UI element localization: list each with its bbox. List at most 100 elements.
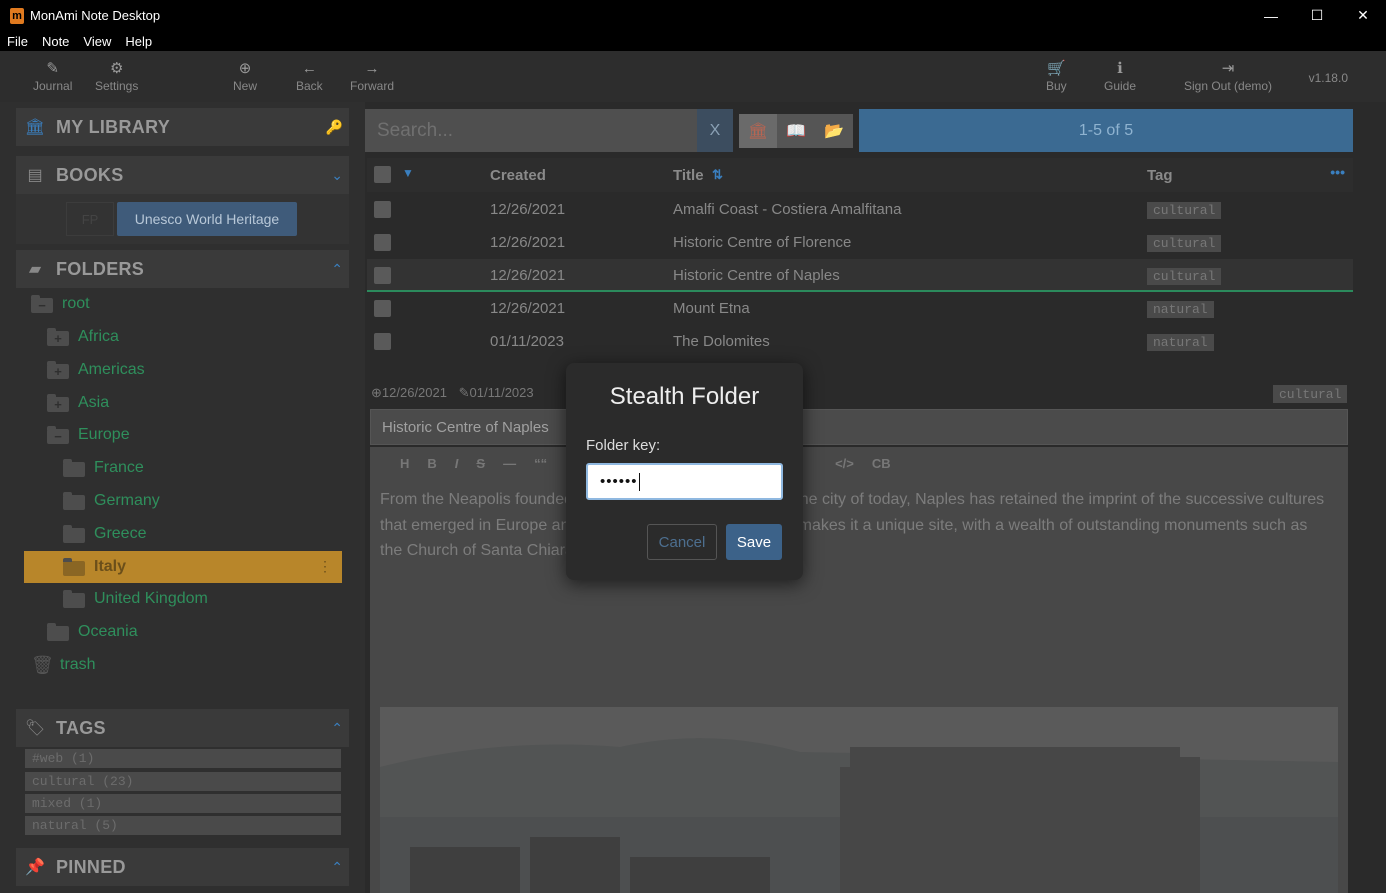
row-checkbox[interactable] (374, 300, 391, 317)
folder-icon (63, 459, 85, 477)
row-tag: cultural (1147, 202, 1222, 219)
row-created: 12/26/2021 (490, 234, 566, 251)
note-body[interactable]: From the Neapolis founded by Greek settl… (380, 487, 1330, 564)
strike-button[interactable]: S (476, 456, 485, 471)
maximize-button[interactable]: ☐ (1294, 0, 1340, 31)
row-tag: cultural (1147, 235, 1222, 252)
code-button[interactable]: </> (835, 456, 854, 471)
folder-open-icon[interactable]: 📂 (815, 114, 853, 148)
folders-header[interactable]: ▰ FOLDERS ⌃ (16, 250, 349, 288)
folder-plus-icon: + (47, 361, 69, 379)
my-library-header[interactable]: 🏛 MY LIBRARY 🔑 (16, 108, 349, 146)
folder-icon (63, 558, 85, 576)
journal-label: Journal (33, 79, 73, 93)
info-icon: ℹ (1117, 60, 1123, 77)
folder-root[interactable]: − root (31, 289, 90, 319)
book-fp[interactable]: FP (66, 202, 114, 236)
signout-label: Sign Out (demo) (1184, 79, 1273, 93)
new-button[interactable]: ⊕ New (233, 59, 257, 93)
folder-germany[interactable]: Germany (63, 486, 160, 516)
library-view-icon[interactable]: 🏛 (739, 114, 777, 148)
menu-note[interactable]: Note (35, 34, 76, 49)
guide-button[interactable]: ℹ Guide (1104, 59, 1136, 93)
search-clear-button[interactable]: X (697, 109, 733, 152)
row-title: Historic Centre of Naples (673, 267, 840, 284)
note-tag-badge[interactable]: cultural (1273, 385, 1348, 403)
dialog-title: Stealth Folder (609, 383, 760, 410)
created-icon: ⊕ (371, 385, 382, 400)
select-all-checkbox[interactable] (374, 166, 391, 183)
italic-button[interactable]: I (455, 456, 459, 471)
folder-trash[interactable]: 🗑 trash (31, 650, 96, 680)
folder-asia[interactable]: + Asia (47, 388, 109, 418)
bold-button[interactable]: B (427, 456, 436, 471)
editor-toolbar: H B I S — ““ </> CB (370, 447, 1348, 479)
signout-button[interactable]: ⇥ Sign Out (demo) (1184, 59, 1272, 93)
folder-label: root (62, 295, 90, 312)
feather-icon: ✎ (46, 60, 59, 77)
chevron-double-up-icon[interactable]: ⌃ (331, 261, 343, 278)
note-editor[interactable]: H B I S — ““ </> CB From the Neapolis fo… (370, 447, 1348, 893)
table-row[interactable]: 01/11/2023 The Dolomites natural (367, 325, 1353, 358)
books-header[interactable]: ▤ BOOKS ⌄ (16, 156, 349, 194)
folder-france[interactable]: France (63, 453, 144, 483)
buy-button[interactable]: 🛒 Buy (1046, 59, 1067, 93)
pinned-header[interactable]: 📌 PINNED ⌃ (16, 848, 349, 886)
menu-file[interactable]: File (0, 34, 35, 49)
column-created[interactable]: Created (490, 167, 546, 184)
key-icon[interactable]: 🔑 (326, 119, 343, 136)
menu-view[interactable]: View (76, 34, 118, 49)
folder-key-input[interactable]: •••••• (586, 463, 783, 500)
table-row[interactable]: 12/26/2021 Historic Centre of Florence c… (367, 226, 1353, 259)
close-button[interactable]: ✕ (1340, 0, 1386, 31)
folder-label: Europe (78, 426, 130, 443)
more-icon[interactable]: ••• (1330, 164, 1345, 180)
folder-oceania[interactable]: Oceania (47, 617, 138, 647)
hr-button[interactable]: — (503, 456, 516, 471)
menu-help[interactable]: Help (118, 34, 159, 49)
row-created: 12/26/2021 (490, 267, 566, 284)
back-button[interactable]: ← Back (296, 59, 323, 94)
heading-button[interactable]: H (400, 456, 409, 471)
book-unesco-world-heritage[interactable]: Unesco World Heritage (117, 202, 297, 236)
book-view-icon[interactable]: 📖 (777, 114, 815, 148)
chevron-double-up-icon[interactable]: ⌃ (331, 859, 343, 876)
chevron-double-up-icon[interactable]: ⌃ (331, 720, 343, 737)
save-button[interactable]: Save (726, 524, 782, 560)
table-row[interactable]: 12/26/2021 Mount Etna natural (367, 292, 1353, 325)
table-row[interactable]: 12/26/2021 Amalfi Coast - Costiera Amalf… (367, 193, 1353, 226)
chevron-double-down-icon[interactable]: ⌄ (331, 167, 343, 184)
quote-button[interactable]: ““ (534, 456, 547, 471)
row-checkbox[interactable] (374, 201, 391, 218)
journal-button[interactable]: ✎ Journal (33, 59, 72, 93)
cancel-button[interactable]: Cancel (647, 524, 717, 560)
tag-web[interactable]: #web (1) (25, 749, 341, 768)
note-modified-date: 01/11/2023 (469, 385, 534, 400)
column-title[interactable]: Title (673, 167, 704, 184)
folder-united-kingdom[interactable]: United Kingdom (63, 584, 208, 614)
search-input[interactable]: Search... (365, 109, 697, 152)
row-checkbox[interactable] (374, 267, 391, 284)
folder-menu-icon[interactable]: ⋮ (318, 558, 332, 576)
folder-africa[interactable]: + Africa (47, 322, 119, 352)
settings-button[interactable]: ⚙ Settings (95, 59, 138, 93)
forward-button[interactable]: → Forward (350, 59, 394, 94)
row-checkbox[interactable] (374, 333, 391, 350)
column-tag[interactable]: Tag (1147, 167, 1173, 184)
row-checkbox[interactable] (374, 234, 391, 251)
note-title-input[interactable]: Historic Centre of Naples (370, 409, 1348, 445)
folder-americas[interactable]: + Americas (47, 355, 145, 385)
tag-natural[interactable]: natural (5) (25, 816, 341, 835)
caret-down-icon[interactable]: ▼ (402, 166, 414, 180)
folder-label: France (94, 459, 144, 476)
tags-header[interactable]: 🏷 TAGS ⌃ (16, 709, 349, 747)
sort-icon[interactable]: ⇅ (712, 167, 723, 183)
folder-italy[interactable]: Italy (63, 552, 126, 582)
codeblock-button[interactable]: CB (872, 456, 891, 471)
folder-europe[interactable]: − Europe (47, 420, 130, 450)
tag-cultural[interactable]: cultural (23) (25, 772, 341, 791)
table-row-selected[interactable]: 12/26/2021 Historic Centre of Naples cul… (367, 259, 1353, 292)
tag-mixed[interactable]: mixed (1) (25, 794, 341, 813)
folder-greece[interactable]: Greece (63, 519, 146, 549)
minimize-button[interactable]: — (1248, 0, 1294, 31)
